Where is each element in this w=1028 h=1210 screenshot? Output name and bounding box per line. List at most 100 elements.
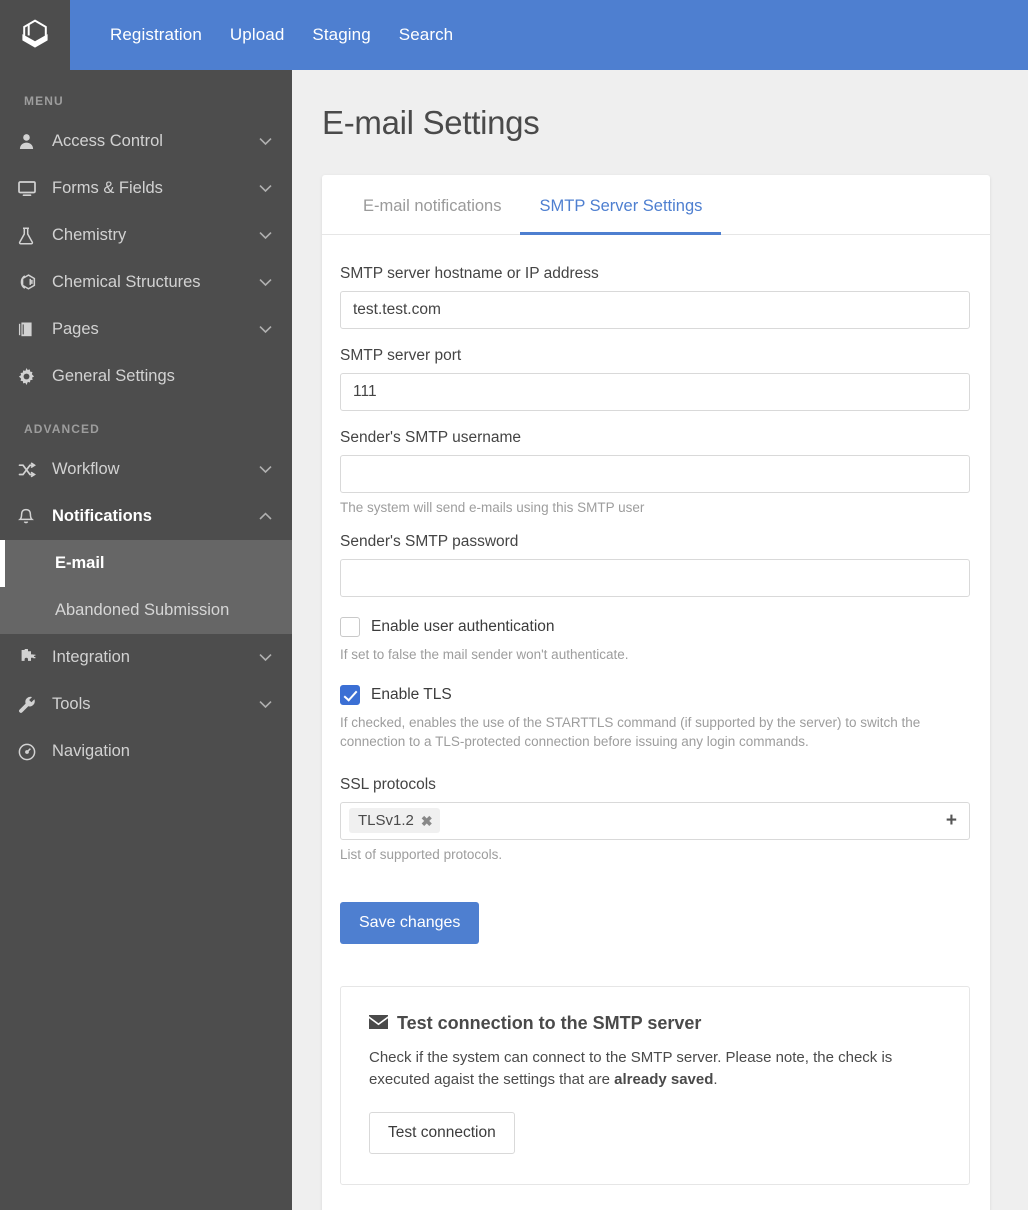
- username-label: Sender's SMTP username: [340, 429, 930, 447]
- save-changes-button[interactable]: Save changes: [340, 902, 479, 944]
- top-bar: Registration Upload Staging Search: [0, 0, 1028, 70]
- sidebar-item-label: Notifications: [46, 507, 256, 526]
- nav-item-upload[interactable]: Upload: [216, 0, 298, 70]
- chevron-down-icon[interactable]: [256, 137, 274, 146]
- test-connection-button[interactable]: Test connection: [369, 1112, 515, 1154]
- nav-item-search[interactable]: Search: [385, 0, 467, 70]
- app-logo[interactable]: [0, 0, 70, 70]
- chevron-down-icon[interactable]: [256, 325, 274, 334]
- sidebar-item-label: General Settings: [46, 367, 256, 386]
- flask-icon: [18, 227, 46, 245]
- sidebar-item-workflow[interactable]: Workflow: [0, 446, 292, 493]
- main-navigation: Registration Upload Staging Search: [70, 0, 1028, 70]
- enable-tls-help: If checked, enables the use of the START…: [340, 713, 930, 752]
- chevron-down-icon[interactable]: [256, 278, 274, 287]
- sidebar-item-access-control[interactable]: Access Control: [0, 118, 292, 165]
- body-row: MENU Access Control Forms & Fields: [0, 70, 1028, 1210]
- enable-tls-row[interactable]: Enable TLS: [340, 685, 930, 705]
- enable-auth-help: If set to false the mail sender won't au…: [340, 645, 930, 665]
- sidebar-item-label: Access Control: [46, 132, 256, 151]
- sidebar-item-general-settings[interactable]: General Settings: [0, 353, 292, 400]
- ssl-protocols-help: List of supported protocols.: [340, 847, 930, 862]
- chevron-down-icon[interactable]: [256, 231, 274, 240]
- monitor-icon: [18, 180, 46, 197]
- sidebar-subitem-label: Abandoned Submission: [55, 601, 229, 620]
- sidebar-subitem-label: E-mail: [55, 554, 105, 573]
- sidebar-section-advanced-label: ADVANCED: [0, 400, 292, 446]
- close-icon[interactable]: ✖: [421, 814, 433, 828]
- gear-icon: [18, 368, 46, 385]
- shuffle-icon: [18, 462, 46, 478]
- app-root: Registration Upload Staging Search MENU …: [0, 0, 1028, 1210]
- ssl-protocol-tag[interactable]: TLSv1.2 ✖: [349, 808, 440, 833]
- tab-smtp-server-settings[interactable]: SMTP Server Settings: [520, 175, 721, 235]
- sidebar-item-tools[interactable]: Tools: [0, 681, 292, 728]
- nav-item-registration[interactable]: Registration: [96, 0, 216, 70]
- sidebar-item-label: Navigation: [46, 742, 256, 761]
- add-protocol-icon[interactable]: +: [946, 811, 961, 830]
- sidebar-item-integration[interactable]: Integration: [0, 634, 292, 681]
- user-icon: [18, 133, 46, 150]
- field-enable-tls: Enable TLS If checked, enables the use o…: [340, 685, 930, 752]
- port-label: SMTP server port: [340, 347, 930, 365]
- chevron-down-icon[interactable]: [256, 700, 274, 709]
- sidebar-item-notifications[interactable]: Notifications: [0, 493, 292, 540]
- sidebar: MENU Access Control Forms & Fields: [0, 70, 292, 1210]
- field-username: Sender's SMTP username The system will s…: [340, 429, 930, 515]
- ssl-protocol-tag-label: TLSv1.2: [358, 812, 414, 829]
- sidebar-item-chemical-structures[interactable]: Chemical Structures: [0, 259, 292, 306]
- enable-auth-checkbox[interactable]: [340, 617, 360, 637]
- test-connection-description: Check if the system can connect to the S…: [369, 1047, 941, 1092]
- sidebar-section-menu-label: MENU: [0, 88, 292, 118]
- chevron-up-icon[interactable]: [256, 512, 274, 521]
- password-input[interactable]: [340, 559, 970, 597]
- sidebar-item-label: Pages: [46, 320, 256, 339]
- field-ssl-protocols: SSL protocols TLSv1.2 ✖ + List of suppor…: [340, 776, 930, 862]
- sidebar-item-label: Workflow: [46, 460, 256, 479]
- sidebar-item-navigation[interactable]: Navigation: [0, 728, 292, 775]
- hostname-input[interactable]: [340, 291, 970, 329]
- sidebar-subitem-abandoned-submission[interactable]: Abandoned Submission: [0, 587, 292, 634]
- enable-auth-row[interactable]: Enable user authentication: [340, 617, 930, 637]
- enable-tls-checkbox[interactable]: [340, 685, 360, 705]
- field-port: SMTP server port: [340, 347, 930, 411]
- smtp-form: SMTP server hostname or IP address SMTP …: [322, 235, 990, 1210]
- sidebar-item-forms-fields[interactable]: Forms & Fields: [0, 165, 292, 212]
- description-bold: already saved: [614, 1071, 713, 1088]
- sidebar-item-label: Integration: [46, 648, 256, 667]
- field-enable-auth: Enable user authentication If set to fal…: [340, 617, 930, 665]
- description-suffix: .: [713, 1071, 717, 1088]
- sidebar-subitem-email[interactable]: E-mail: [0, 540, 292, 587]
- test-connection-panel: Test connection to the SMTP server Check…: [340, 986, 970, 1185]
- tab-email-notifications[interactable]: E-mail notifications: [344, 175, 520, 235]
- username-input[interactable]: [340, 455, 970, 493]
- hostname-label: SMTP server hostname or IP address: [340, 265, 930, 283]
- sidebar-item-pages[interactable]: Pages: [0, 306, 292, 353]
- field-hostname: SMTP server hostname or IP address: [340, 265, 930, 329]
- enable-tls-label[interactable]: Enable TLS: [371, 686, 452, 704]
- tab-bar: E-mail notifications SMTP Server Setting…: [322, 175, 990, 235]
- test-connection-title: Test connection to the SMTP server: [397, 1013, 701, 1034]
- chevron-down-icon[interactable]: [256, 184, 274, 193]
- port-input[interactable]: [340, 373, 970, 411]
- book-icon: [18, 321, 46, 338]
- field-password: Sender's SMTP password: [340, 533, 930, 597]
- username-help: The system will send e-mails using this …: [340, 500, 930, 515]
- chevron-down-icon[interactable]: [256, 465, 274, 474]
- page-title: E-mail Settings: [292, 70, 1028, 142]
- ssl-protocols-label: SSL protocols: [340, 776, 930, 794]
- compass-icon: [18, 743, 46, 761]
- nav-item-staging[interactable]: Staging: [298, 0, 384, 70]
- bell-icon: [18, 508, 46, 526]
- sidebar-item-chemistry[interactable]: Chemistry: [0, 212, 292, 259]
- cube-logo-icon: [17, 17, 53, 53]
- sidebar-item-label: Chemistry: [46, 226, 256, 245]
- envelope-icon: [369, 1013, 388, 1034]
- ssl-protocols-input[interactable]: TLSv1.2 ✖ +: [340, 802, 970, 840]
- chevron-down-icon[interactable]: [256, 653, 274, 662]
- settings-card: E-mail notifications SMTP Server Setting…: [322, 175, 990, 1210]
- sidebar-item-label: Chemical Structures: [46, 273, 256, 292]
- sidebar-submenu-notifications: E-mail Abandoned Submission: [0, 540, 292, 634]
- puzzle-icon: [18, 649, 46, 666]
- enable-auth-label[interactable]: Enable user authentication: [371, 618, 555, 636]
